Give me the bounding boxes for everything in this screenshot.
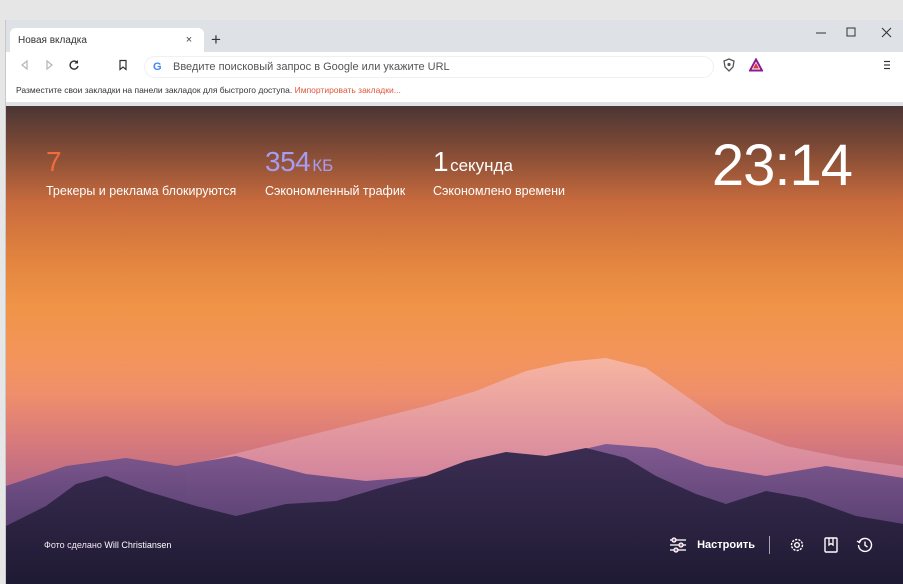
bookmarks-bar: Разместите свои закладки на панели закла…: [6, 82, 903, 102]
reload-button[interactable]: [65, 58, 83, 76]
settings-icon: [790, 538, 804, 552]
bookmark-button[interactable]: [114, 58, 132, 76]
brave-rewards-button[interactable]: [747, 57, 765, 76]
back-button[interactable]: [16, 58, 34, 76]
minimize-button[interactable]: [806, 24, 836, 44]
brave-rewards-icon: [748, 57, 764, 72]
maximize-icon: [846, 27, 855, 37]
stat-trackers: 7 Трекеры и реклама блокируются: [46, 146, 236, 198]
brave-shield-icon: [723, 58, 735, 72]
tab-new-tab[interactable]: Новая вкладка ×: [10, 28, 204, 52]
settings-button[interactable]: [786, 534, 808, 556]
history-button[interactable]: [854, 534, 876, 556]
address-bar-placeholder: Введите поисковый запрос в Google или ук…: [173, 61, 450, 73]
time-label: Сэкономлено времени: [433, 184, 565, 198]
close-icon: [881, 27, 891, 38]
forward-button[interactable]: [40, 58, 58, 76]
new-tab-button[interactable]: +: [206, 30, 226, 50]
bookmarks-bar-hint: Разместите свои закладки на панели закла…: [16, 85, 293, 95]
customize-button[interactable]: Настроить: [669, 537, 755, 553]
trackers-count: 7: [46, 146, 62, 177]
customize-label: Настроить: [697, 539, 755, 551]
time-unit: секунда: [450, 156, 513, 175]
back-icon: [21, 59, 28, 71]
bookmarks-page-button[interactable]: [820, 534, 842, 556]
customize-icon: [670, 537, 687, 553]
tab-strip: Новая вкладка × +: [6, 20, 903, 52]
footer-divider: [769, 536, 770, 554]
stat-bandwidth: 354 КБ Сэкономленный трафик: [265, 146, 405, 198]
reload-icon: [69, 60, 79, 70]
bandwidth-label: Сэкономленный трафик: [265, 184, 406, 198]
minimize-icon: [815, 32, 826, 34]
address-bar[interactable]: G Введите поисковый запрос в Google или …: [144, 56, 714, 78]
google-icon: G: [153, 61, 162, 73]
brave-shield-button[interactable]: [720, 58, 738, 76]
maximize-button[interactable]: [836, 24, 866, 44]
photo-credit-prefix: Фото сделано: [44, 540, 102, 550]
forward-icon: [46, 59, 53, 71]
clock: 23:14: [711, 133, 853, 198]
import-bookmarks-link[interactable]: Импортировать закладки...: [295, 85, 401, 95]
footer-controls: Настроить: [669, 534, 876, 556]
browser-window: Новая вкладка × + G Введите поисковый за…: [5, 20, 903, 584]
bandwidth-value: 354: [265, 146, 311, 177]
tab-title: Новая вкладка: [18, 34, 87, 46]
time-value: 1: [433, 146, 449, 177]
bookmarks-icon: [824, 537, 838, 553]
history-icon: [856, 537, 873, 553]
trackers-label: Трекеры и реклама блокируются: [46, 184, 237, 198]
bookmark-icon: [119, 59, 127, 71]
bandwidth-unit: КБ: [312, 156, 334, 175]
toolbar: G Введите поисковый запрос в Google или …: [6, 52, 903, 82]
menu-icon: [884, 60, 890, 70]
menu-button[interactable]: [878, 58, 896, 76]
stat-time: 1 секунда Сэкономлено времени: [433, 146, 565, 198]
tab-close-icon[interactable]: ×: [182, 34, 196, 46]
photo-credit: Фото сделано Will Christiansen: [44, 540, 171, 550]
new-tab-page: 7 Трекеры и реклама блокируются 354 КБ Сэ…: [6, 106, 903, 584]
close-window-button[interactable]: [871, 24, 901, 44]
photo-credit-author[interactable]: Will Christiansen: [104, 540, 171, 550]
